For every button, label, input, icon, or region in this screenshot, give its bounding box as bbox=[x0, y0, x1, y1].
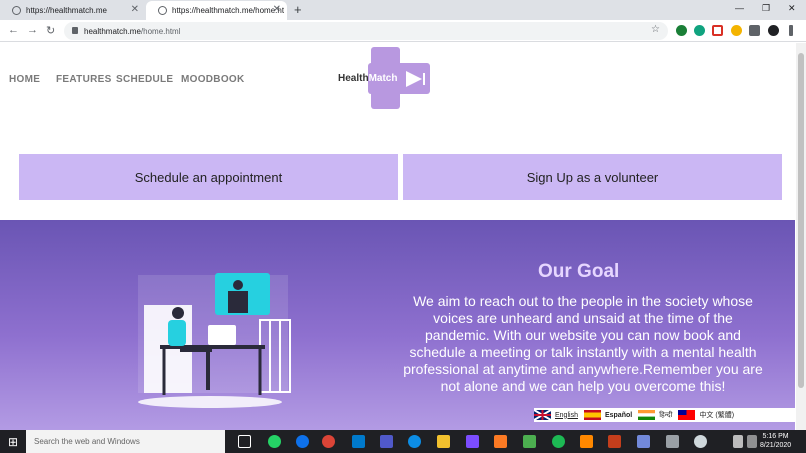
file-explorer-icon[interactable] bbox=[437, 435, 450, 448]
system-clock[interactable]: 5:16 PM 8/21/2020 bbox=[760, 432, 791, 450]
teamviewer-icon[interactable] bbox=[296, 435, 309, 448]
close-tab-icon[interactable]: ✕ bbox=[273, 4, 281, 15]
volunteer-signup-button[interactable]: Sign Up as a volunteer bbox=[403, 154, 782, 200]
nav-moodbook[interactable]: MOODBOOK bbox=[181, 74, 245, 85]
spain-flag-icon bbox=[583, 410, 601, 420]
language-chinese-traditional[interactable]: 中文 (繁體) bbox=[678, 410, 734, 420]
tab-title: https://healthmatch.me bbox=[26, 6, 107, 15]
goal-paragraph: We aim to reach out to the people in the… bbox=[403, 293, 763, 394]
web-page: HOME FEATURES SCHEDULE MOODBOOK HealthMa… bbox=[0, 43, 795, 430]
play-icon bbox=[406, 71, 425, 87]
page-scrollbar[interactable] bbox=[796, 43, 806, 430]
nav-home[interactable]: HOME bbox=[9, 74, 40, 85]
windows-taskbar: ⊞ Search the web and Windows 5:16 PM 8/2… bbox=[0, 430, 806, 453]
notifications-icon[interactable] bbox=[733, 435, 743, 448]
teams-icon[interactable] bbox=[380, 435, 393, 448]
uk-flag-icon bbox=[534, 410, 551, 420]
language-hindi[interactable]: हिन्दी bbox=[638, 410, 672, 420]
taskbar-search-box[interactable]: Search the web and Windows bbox=[26, 430, 225, 453]
lock-icon bbox=[72, 27, 78, 34]
menu-kebab-icon[interactable] bbox=[789, 25, 793, 36]
vlc-icon[interactable] bbox=[580, 435, 593, 448]
bookmark-star-icon[interactable]: ☆ bbox=[651, 24, 660, 35]
india-flag-icon bbox=[638, 410, 656, 420]
app-icon[interactable] bbox=[523, 435, 536, 448]
telehealth-illustration bbox=[138, 273, 291, 408]
taiwan-flag-icon bbox=[678, 410, 696, 420]
nav-features[interactable]: FEATURES bbox=[56, 74, 112, 85]
app-icon[interactable] bbox=[466, 435, 479, 448]
healthmatch-logo[interactable]: HealthMatch bbox=[338, 47, 433, 109]
puzzle-extensions-icon[interactable] bbox=[749, 25, 760, 36]
forward-icon[interactable]: → bbox=[27, 24, 38, 36]
windows-start-icon[interactable]: ⊞ bbox=[0, 430, 26, 453]
globe-icon bbox=[12, 6, 21, 15]
minimize-icon[interactable]: — bbox=[735, 3, 744, 13]
chrome-icon[interactable] bbox=[322, 435, 335, 448]
browser-tab[interactable]: https://healthmatch.me ✕ bbox=[0, 1, 145, 20]
new-tab-icon[interactable]: + bbox=[294, 2, 302, 17]
url-bar[interactable]: healthmatch.me/home.html ☆ bbox=[64, 22, 668, 40]
reload-icon[interactable]: ↻ bbox=[46, 24, 55, 37]
extension-icon[interactable] bbox=[731, 25, 742, 36]
vscode-icon[interactable] bbox=[352, 435, 365, 448]
grammarly-extension-icon[interactable] bbox=[676, 25, 687, 36]
our-goal-section: Our Goal We aim to reach out to the peop… bbox=[0, 220, 795, 430]
app-icon[interactable] bbox=[694, 435, 707, 448]
app-icon[interactable] bbox=[666, 435, 679, 448]
xampp-icon[interactable] bbox=[494, 435, 507, 448]
keyboard-icon[interactable] bbox=[747, 435, 757, 448]
globe-icon bbox=[158, 6, 167, 15]
url-path: /home.html bbox=[140, 26, 181, 36]
profile-avatar[interactable] bbox=[768, 25, 779, 36]
maximize-icon[interactable]: ❐ bbox=[762, 3, 770, 14]
task-view-icon[interactable] bbox=[238, 435, 251, 448]
schedule-appointment-button[interactable]: Schedule an appointment bbox=[19, 154, 398, 200]
spotify-icon[interactable] bbox=[552, 435, 565, 448]
whatsapp-icon[interactable] bbox=[268, 435, 281, 448]
tab-title: https://healthmatch.me/home.ht bbox=[172, 6, 285, 15]
browser-tab-active[interactable]: https://healthmatch.me/home.ht ✕ bbox=[146, 1, 287, 20]
back-icon[interactable]: ← bbox=[8, 24, 19, 36]
screenshot-extension-icon[interactable] bbox=[712, 25, 723, 36]
powerpoint-icon[interactable] bbox=[608, 435, 621, 448]
language-spanish[interactable]: Español bbox=[583, 410, 632, 420]
edge-icon[interactable] bbox=[408, 435, 421, 448]
close-tab-icon[interactable]: ✕ bbox=[131, 4, 139, 15]
close-window-icon[interactable]: ✕ bbox=[788, 3, 796, 14]
language-selector: English Español हिन्दी 中文 (繁體) bbox=[534, 408, 795, 422]
goal-heading: Our Goal bbox=[538, 261, 620, 282]
discord-icon[interactable] bbox=[637, 435, 650, 448]
nav-schedule[interactable]: SCHEDULE bbox=[116, 74, 173, 85]
language-english[interactable]: English bbox=[534, 410, 578, 420]
browser-tab-strip: https://healthmatch.me ✕ https://healthm… bbox=[0, 0, 806, 20]
url-host: healthmatch.me bbox=[84, 26, 141, 36]
logo-text: HealthMatch bbox=[338, 73, 398, 84]
scrollbar-thumb[interactable] bbox=[798, 53, 804, 388]
extension-icon[interactable] bbox=[694, 25, 705, 36]
